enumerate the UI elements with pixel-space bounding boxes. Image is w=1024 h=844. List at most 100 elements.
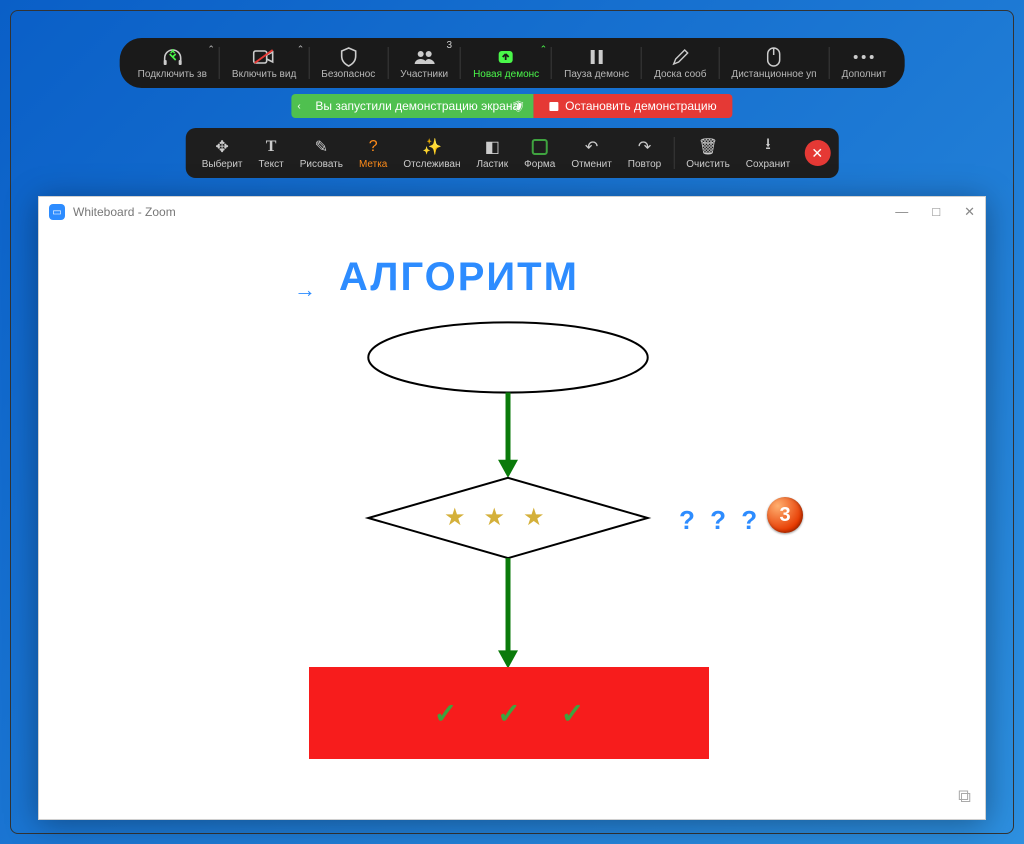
whiteboard-label: Доска сооб	[654, 69, 706, 80]
audio-button[interactable]: Подключить зв ⌃	[128, 40, 217, 86]
undo-icon: ↶	[585, 137, 598, 157]
text-tool[interactable]: T Текст	[251, 130, 292, 176]
redo-button[interactable]: ↷ Повтор	[620, 130, 669, 176]
pause-share-button[interactable]: Пауза демонс	[554, 40, 639, 86]
sharing-notice: ‹ Вы запустили демонстрацию экрана 🛡 Ост…	[291, 94, 732, 118]
window-titlebar[interactable]: ▭ Whiteboard - Zoom — □ ✕	[39, 197, 985, 227]
more-label: Дополнит	[842, 69, 887, 80]
whiteboard-canvas[interactable]: → АЛГОРИТМ ★ ★ ★ ? ? ? 3 ✓ ✓ ✓ ⧉	[39, 227, 985, 819]
video-off-icon	[253, 47, 275, 67]
separator	[387, 47, 388, 79]
badge-number: 3	[779, 504, 790, 527]
more-button[interactable]: Дополнит	[832, 40, 897, 86]
separator	[460, 47, 461, 79]
participants-label: Участники	[400, 69, 448, 80]
security-button[interactable]: Безопаснос	[311, 40, 385, 86]
meeting-toolbar: Подключить зв ⌃ Включить вид ⌃ Безопасно…	[120, 38, 905, 88]
draw-label: Рисовать	[300, 159, 343, 170]
stamp-label: Метка	[359, 159, 387, 170]
question-icon: ?	[369, 137, 378, 157]
separator	[308, 47, 309, 79]
participants-count: 3	[447, 40, 453, 51]
save-button[interactable]: ⭳ Сохранит	[738, 130, 798, 176]
eraser-tool[interactable]: ◧ Ластик	[468, 130, 516, 176]
chevron-left-icon: ‹	[297, 101, 300, 112]
pen-icon: ✎	[315, 137, 328, 157]
question-marks: ? ? ?	[679, 505, 761, 536]
select-tool[interactable]: ✥ Выберит	[194, 130, 251, 176]
text-label: Текст	[259, 159, 284, 170]
format-tool[interactable]: Форма	[516, 130, 563, 176]
redo-icon: ↷	[638, 137, 651, 157]
undo-button[interactable]: ↶ Отменит	[563, 130, 619, 176]
save-label: Сохранит	[746, 159, 790, 170]
new-share-button[interactable]: Новая демонс ⌃	[463, 40, 549, 86]
number-badge: 3	[767, 497, 803, 533]
sharing-status[interactable]: ‹ Вы запустили демонстрацию экрана 🛡	[291, 94, 533, 118]
mouse-icon	[767, 47, 781, 67]
eraser-label: Ластик	[476, 159, 508, 170]
spotlight-label: Отслеживан	[403, 159, 460, 170]
more-icon	[853, 47, 875, 67]
separator	[829, 47, 830, 79]
star-icon: ★	[484, 503, 506, 532]
star-icon: ★	[444, 503, 466, 532]
shield-icon	[339, 47, 357, 67]
star-icon: ★	[523, 503, 545, 532]
wand-icon: ✨	[422, 137, 442, 157]
text-icon: T	[266, 137, 277, 157]
eraser-icon: ◧	[485, 137, 500, 157]
separator	[219, 47, 220, 79]
separator	[673, 137, 674, 169]
stop-share-button[interactable]: Остановить демонстрацию	[533, 94, 732, 118]
security-label: Безопаснос	[321, 69, 375, 80]
check-icon: ✓	[434, 697, 457, 730]
headphones-icon	[161, 47, 183, 67]
draw-tool[interactable]: ✎ Рисовать	[292, 130, 351, 176]
copy-share-icon[interactable]: ⧉	[958, 786, 971, 807]
video-label: Включить вид	[232, 69, 296, 80]
shield-check-icon: 🛡	[511, 100, 525, 113]
close-window-button[interactable]: ✕	[964, 204, 975, 220]
whiteboard-window: ▭ Whiteboard - Zoom — □ ✕ → АЛГОРИТМ ★ ★…	[38, 196, 986, 820]
whiteboard-button[interactable]: Доска сооб	[644, 40, 716, 86]
close-icon: ✕	[811, 145, 823, 162]
remote-label: Дистанционное уп	[731, 69, 816, 80]
audio-label: Подключить зв	[138, 69, 207, 80]
pause-icon	[589, 47, 605, 67]
format-label: Форма	[524, 159, 555, 170]
shape-icon	[532, 137, 548, 157]
window-title: Whiteboard - Zoom	[73, 205, 176, 219]
share-up-icon	[493, 47, 519, 67]
redo-label: Повтор	[628, 159, 661, 170]
minimize-button[interactable]: —	[895, 204, 908, 220]
zoom-app-icon: ▭	[49, 204, 65, 220]
stamp-tool[interactable]: ? Метка	[351, 130, 395, 176]
people-icon	[412, 47, 436, 67]
remote-button[interactable]: Дистанционное уп	[721, 40, 826, 86]
spotlight-tool[interactable]: ✨ Отслеживан	[395, 130, 468, 176]
video-button[interactable]: Включить вид ⌃	[222, 40, 306, 86]
undo-label: Отменит	[571, 159, 611, 170]
clear-label: Очистить	[686, 159, 730, 170]
sharing-text: Вы запустили демонстрацию экрана	[315, 99, 519, 113]
caret-icon: ⌃	[540, 44, 548, 55]
participants-button[interactable]: 3 Участники	[390, 40, 458, 86]
trash-icon: 🗑	[698, 137, 718, 157]
new-share-label: Новая демонс	[473, 69, 539, 80]
pause-share-label: Пауза демонс	[564, 69, 629, 80]
download-icon: ⭳	[765, 137, 771, 157]
close-toolbar-button[interactable]: ✕	[804, 140, 830, 166]
separator	[718, 47, 719, 79]
select-label: Выберит	[202, 159, 243, 170]
pencil-icon	[671, 47, 689, 67]
clear-button[interactable]: 🗑 Очистить	[678, 130, 738, 176]
separator	[551, 47, 552, 79]
maximize-button[interactable]: □	[932, 204, 940, 220]
caret-icon: ⌃	[207, 44, 215, 55]
annotation-toolbar: ✥ Выберит T Текст ✎ Рисовать ? Метка ✨ О…	[186, 128, 839, 178]
stop-share-label: Остановить демонстрацию	[565, 99, 716, 113]
check-icon: ✓	[561, 697, 584, 730]
caret-icon: ⌃	[297, 44, 305, 55]
separator	[641, 47, 642, 79]
